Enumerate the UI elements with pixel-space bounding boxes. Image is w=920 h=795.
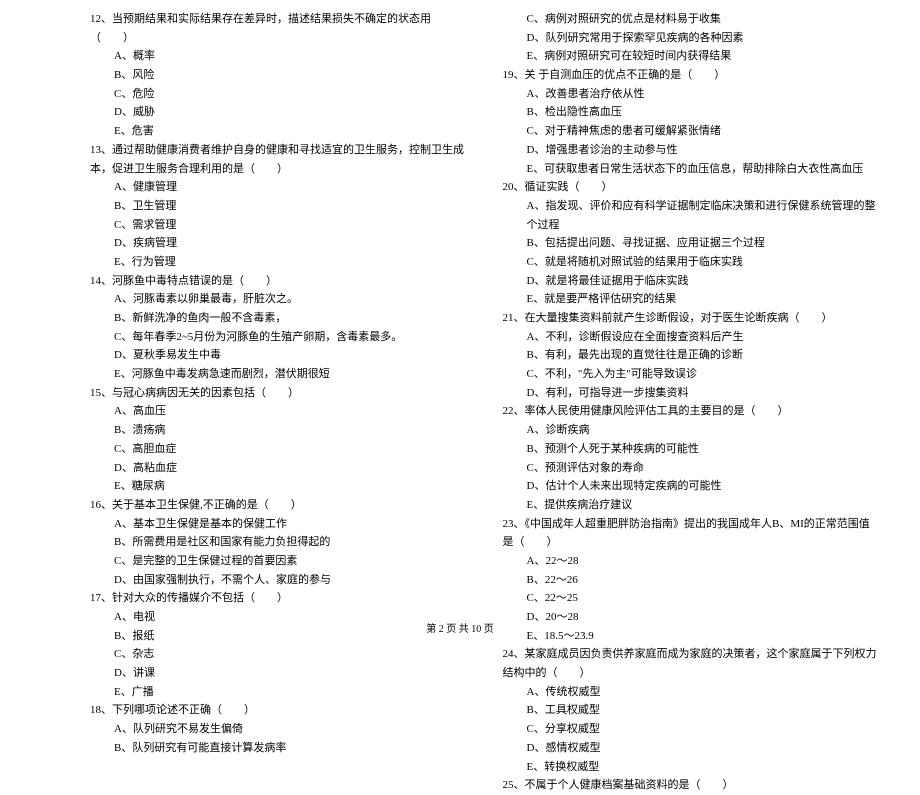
- question-text: 24、某家庭成员因负责供养家庭而成为家庭的决策者，这个家庭属于下列权力结构中的（…: [503, 645, 881, 682]
- option: E、就是要严格评估研究的结果: [503, 290, 881, 309]
- option: C、高胆血症: [90, 440, 468, 459]
- option: B、溃疡病: [90, 421, 468, 440]
- question-20: 20、循证实践（ ） A、指发现、评价和应有科学证据制定临床决策和进行保健系统管…: [503, 178, 881, 309]
- option: E、广播: [90, 683, 468, 702]
- option: B、所需费用是社区和国家有能力负担得起的: [90, 533, 468, 552]
- question-text: 17、针对大众的传播媒介不包括（ ）: [90, 589, 468, 608]
- question-15: 15、与冠心病病因无关的因素包括（ ） A、高血压 B、溃疡病 C、高胆血症 D…: [90, 384, 468, 496]
- option: E、行为管理: [90, 253, 468, 272]
- option: D、队列研究常用于探索罕见疾病的各种因素: [503, 29, 881, 48]
- option: C、危险: [90, 85, 468, 104]
- option: D、感情权威型: [503, 739, 881, 758]
- question-text: 19、关 于自测血压的优点不正确的是（ ）: [503, 66, 881, 85]
- question-text: 23、《中国成年人超重肥胖防治指南》提出的我国成年人B、MI的正常范围值是（ ）: [503, 515, 881, 552]
- question-text: 21、在大量搜集资料前就产生诊断假设，对于医生论断疾病（ ）: [503, 309, 881, 328]
- option: C、就是将随机对照试验的结果用于临床实践: [503, 253, 881, 272]
- option: A、高血压: [90, 402, 468, 421]
- option: D、疾病管理: [90, 234, 468, 253]
- option: C、22～25: [503, 589, 881, 608]
- option: D、由国家强制执行，不需个人、家庭的参与: [90, 571, 468, 590]
- question-text: 13、通过帮助健康消费者维护自身的健康和寻找适宜的卫生服务，控制卫生成本，促进卫…: [90, 141, 468, 178]
- option: E、病例对照研究可在较短时间内获得结果: [503, 47, 881, 66]
- option: B、检出隐性高血压: [503, 103, 881, 122]
- option: A、健康管理: [90, 178, 468, 197]
- page-footer: 第 2 页 共 10 页: [0, 621, 920, 638]
- question-19: 19、关 于自测血压的优点不正确的是（ ） A、改善患者治疗依从性 B、检出隐性…: [503, 66, 881, 178]
- option: D、就是将最佳证据用于临床实践: [503, 272, 881, 291]
- question-18-continued: C、病例对照研究的优点是材料易于收集 D、队列研究常用于探索罕见疾病的各种因素 …: [503, 10, 881, 66]
- option: B、包括提出问题、寻找证据、应用证据三个过程: [503, 234, 881, 253]
- option: E、河豚鱼中毒发病急速而剧烈，潜伏期很短: [90, 365, 468, 384]
- question-13: 13、通过帮助健康消费者维护自身的健康和寻找适宜的卫生服务，控制卫生成本，促进卫…: [90, 141, 468, 272]
- option: B、卫生管理: [90, 197, 468, 216]
- question-text: 14、河豚鱼中毒特点错误的是（ ）: [90, 272, 468, 291]
- option: A、指发现、评价和应有科学证据制定临床决策和进行保健系统管理的整个过程: [503, 197, 881, 234]
- question-17: 17、针对大众的传播媒介不包括（ ） A、电视 B、报纸 C、杂志 D、讲课 E…: [90, 589, 468, 701]
- option: B、22～26: [503, 571, 881, 590]
- option: D、威胁: [90, 103, 468, 122]
- option: B、队列研究有可能直接计算发病率: [90, 739, 468, 758]
- question-24: 24、某家庭成员因负责供养家庭而成为家庭的决策者，这个家庭属于下列权力结构中的（…: [503, 645, 881, 776]
- right-column: C、病例对照研究的优点是材料易于收集 D、队列研究常用于探索罕见疾病的各种因素 …: [503, 10, 881, 795]
- question-21: 21、在大量搜集资料前就产生诊断假设，对于医生论断疾病（ ） A、不利，诊断假设…: [503, 309, 881, 402]
- option: A、改善患者治疗依从性: [503, 85, 881, 104]
- question-text: 16、关于基本卫生保健,不正确的是（ ）: [90, 496, 468, 515]
- question-text: 22、率体人民使用健康风险评估工具的主要目的是（ ）: [503, 402, 881, 421]
- question-18: 18、下列哪项论述不正确（ ） A、队列研究不易发生偏倚 B、队列研究有可能直接…: [90, 701, 468, 757]
- option: C、对于精神焦虑的患者可缓解紧张情绪: [503, 122, 881, 141]
- option: B、有利，最先出现的直觉往往是正确的诊断: [503, 346, 881, 365]
- question-text: 12、当预期结果和实际结果存在差异时，描述结果损失不确定的状态用（ ）: [90, 10, 468, 47]
- question-text: 15、与冠心病病因无关的因素包括（ ）: [90, 384, 468, 403]
- question-14: 14、河豚鱼中毒特点错误的是（ ） A、河豚毒素以卵巢最毒，肝脏次之。 B、新鲜…: [90, 272, 468, 384]
- option: A、概率: [90, 47, 468, 66]
- option: A、河豚毒素以卵巢最毒，肝脏次之。: [90, 290, 468, 309]
- question-text: 18、下列哪项论述不正确（ ）: [90, 701, 468, 720]
- option: C、分享权威型: [503, 720, 881, 739]
- option: A、基本卫生保健是基本的保健工作: [90, 515, 468, 534]
- option: D、夏秋季易发生中毒: [90, 346, 468, 365]
- option: B、工具权威型: [503, 701, 881, 720]
- option: C、不利，"先入为主"可能导致误诊: [503, 365, 881, 384]
- option: D、估计个人未来出现特定疾病的可能性: [503, 477, 881, 496]
- option: E、危害: [90, 122, 468, 141]
- option: A、诊断疾病: [503, 421, 881, 440]
- option: A、不利，诊断假设应在全面搜查资料后产生: [503, 328, 881, 347]
- option: C、杂志: [90, 645, 468, 664]
- option: B、新鲜洗净的鱼肉一般不含毒素，: [90, 309, 468, 328]
- option: D、讲课: [90, 664, 468, 683]
- option: C、预测评估对象的寿命: [503, 459, 881, 478]
- question-12: 12、当预期结果和实际结果存在差异时，描述结果损失不确定的状态用（ ） A、概率…: [90, 10, 468, 141]
- question-text: 20、循证实践（ ）: [503, 178, 881, 197]
- option: E、提供疾病治疗建议: [503, 496, 881, 515]
- option: D、高粘血症: [90, 459, 468, 478]
- question-16: 16、关于基本卫生保健,不正确的是（ ） A、基本卫生保健是基本的保健工作 B、…: [90, 496, 468, 589]
- option: D、有利，可指导进一步搜集资料: [503, 384, 881, 403]
- option: A、22～28: [503, 552, 881, 571]
- option: E、转换权威型: [503, 758, 881, 777]
- question-text: 25、不属于个人健康档案基础资料的是（ ）: [503, 776, 881, 795]
- option: C、每年春季2~5月份为河豚鱼的生殖产卵期，含毒素最多。: [90, 328, 468, 347]
- question-25: 25、不属于个人健康档案基础资料的是（ ）: [503, 776, 881, 795]
- left-column: 12、当预期结果和实际结果存在差异时，描述结果损失不确定的状态用（ ） A、概率…: [90, 10, 468, 795]
- option: D、增强患者诊治的主动参与性: [503, 141, 881, 160]
- exam-page: 12、当预期结果和实际结果存在差异时，描述结果损失不确定的状态用（ ） A、概率…: [0, 0, 920, 795]
- option: A、队列研究不易发生偏倚: [90, 720, 468, 739]
- option: E、可获取患者日常生活状态下的血压信息，帮助排除白大衣性高血压: [503, 160, 881, 179]
- option: C、需求管理: [90, 216, 468, 235]
- option: C、是完整的卫生保健过程的首要因素: [90, 552, 468, 571]
- option: E、糖尿病: [90, 477, 468, 496]
- option: B、风险: [90, 66, 468, 85]
- option: B、预测个人死于某种疾病的可能性: [503, 440, 881, 459]
- option: A、传统权威型: [503, 683, 881, 702]
- question-22: 22、率体人民使用健康风险评估工具的主要目的是（ ） A、诊断疾病 B、预测个人…: [503, 402, 881, 514]
- option: C、病例对照研究的优点是材料易于收集: [503, 10, 881, 29]
